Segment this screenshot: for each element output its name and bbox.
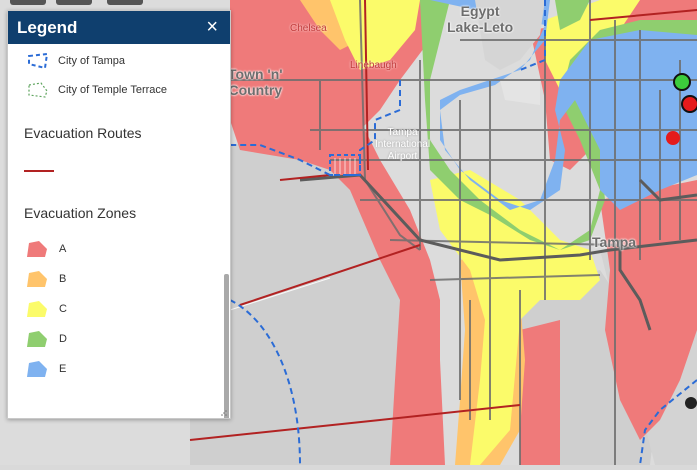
legend-scrollbar[interactable] <box>224 274 229 418</box>
red-point-icon[interactable] <box>664 129 682 147</box>
tampa-boundary-icon <box>28 52 49 70</box>
legend-label: City of Tampa <box>58 55 126 67</box>
top-toolbar <box>0 0 160 6</box>
zone-label: C <box>59 303 67 315</box>
resize-grip-icon[interactable] <box>220 409 228 417</box>
label-tampa-international-airport: Tampa International Airport <box>375 127 431 162</box>
zone-label: A <box>59 243 67 255</box>
zone-label: D <box>59 333 67 345</box>
red-marker-icon[interactable] <box>680 94 697 114</box>
label-road: Linebaugh <box>350 60 397 71</box>
zone-d-swatch-icon <box>27 331 47 347</box>
zone-e-swatch-icon <box>27 361 47 377</box>
zone-label: E <box>59 363 67 375</box>
legend-panel: Legend × City of Tampa City of Temple Te… <box>7 10 231 419</box>
legend-zone-a: A <box>27 241 66 257</box>
zone-c-swatch-icon <box>27 301 47 317</box>
legend-title: Legend <box>17 18 78 37</box>
dark-point-icon[interactable] <box>684 396 697 410</box>
legend-item-city-of-tampa: City of Tampa <box>27 52 125 70</box>
legend-zone-b: B <box>27 271 66 287</box>
evacuation-route-line-icon <box>24 170 54 172</box>
toolbar-tab-1[interactable] <box>10 0 46 5</box>
temple-terrace-boundary-icon <box>28 82 48 98</box>
label-town-n-country: Town 'n' Country <box>228 66 283 98</box>
legend-body[interactable]: City of Tampa City of Temple Terrace Eva… <box>8 44 230 418</box>
zone-a-swatch-icon <box>27 241 47 257</box>
legend-zone-c: C <box>27 301 67 317</box>
zone-b-swatch-icon <box>27 271 47 287</box>
legend-header: Legend × <box>8 11 230 44</box>
green-marker-icon[interactable] <box>672 72 692 92</box>
toolbar-tab-3[interactable] <box>107 0 143 5</box>
label-tampa: Tampa <box>592 234 637 250</box>
legend-zone-d: D <box>27 331 67 347</box>
label-egypt-lake-leto: Egypt Lake-Leto <box>447 3 514 35</box>
evacuation-routes-title: Evacuation Routes <box>24 125 142 141</box>
close-icon[interactable]: × <box>206 16 218 39</box>
toolbar-tab-2[interactable] <box>56 0 92 5</box>
label-area: Chelsea <box>290 23 327 34</box>
legend-zone-e: E <box>27 361 66 377</box>
legend-label: City of Temple Terrace <box>58 84 168 96</box>
evacuation-zones-title: Evacuation Zones <box>24 205 137 221</box>
zone-label: B <box>59 273 67 285</box>
legend-item-city-of-temple-terrace: City of Temple Terrace <box>27 81 167 99</box>
